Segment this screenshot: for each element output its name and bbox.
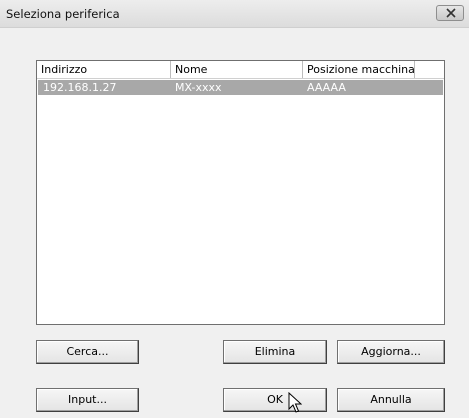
- select-device-dialog: Seleziona periferica Indirizzo Nome Posi…: [0, 0, 469, 418]
- mouse-pointer-icon: [288, 392, 302, 413]
- window-title: Seleziona periferica: [6, 7, 120, 21]
- close-button[interactable]: [436, 5, 464, 21]
- cell-location: AAAAA: [307, 81, 346, 94]
- delete-button[interactable]: Elimina: [223, 340, 327, 364]
- search-button[interactable]: Cerca...: [36, 340, 139, 364]
- list-item[interactable]: 192.168.1.27 MX-xxxx AAAAA: [38, 80, 443, 95]
- refresh-button[interactable]: Aggiorna...: [337, 340, 445, 364]
- list-header: Indirizzo Nome Posizione macchina: [37, 61, 444, 79]
- title-bar[interactable]: Seleziona periferica: [0, 0, 469, 28]
- ok-button[interactable]: OK: [223, 388, 327, 412]
- cancel-button[interactable]: Annulla: [337, 388, 445, 412]
- input-button[interactable]: Input...: [36, 388, 139, 412]
- column-header-name[interactable]: Nome: [171, 61, 303, 78]
- cell-name: MX-xxxx: [175, 81, 222, 94]
- column-header-location[interactable]: Posizione macchina: [303, 61, 415, 78]
- cell-address: 192.168.1.27: [43, 81, 117, 94]
- device-list[interactable]: Indirizzo Nome Posizione macchina 192.16…: [36, 60, 445, 325]
- close-icon: [446, 8, 456, 18]
- column-header-address[interactable]: Indirizzo: [37, 61, 171, 78]
